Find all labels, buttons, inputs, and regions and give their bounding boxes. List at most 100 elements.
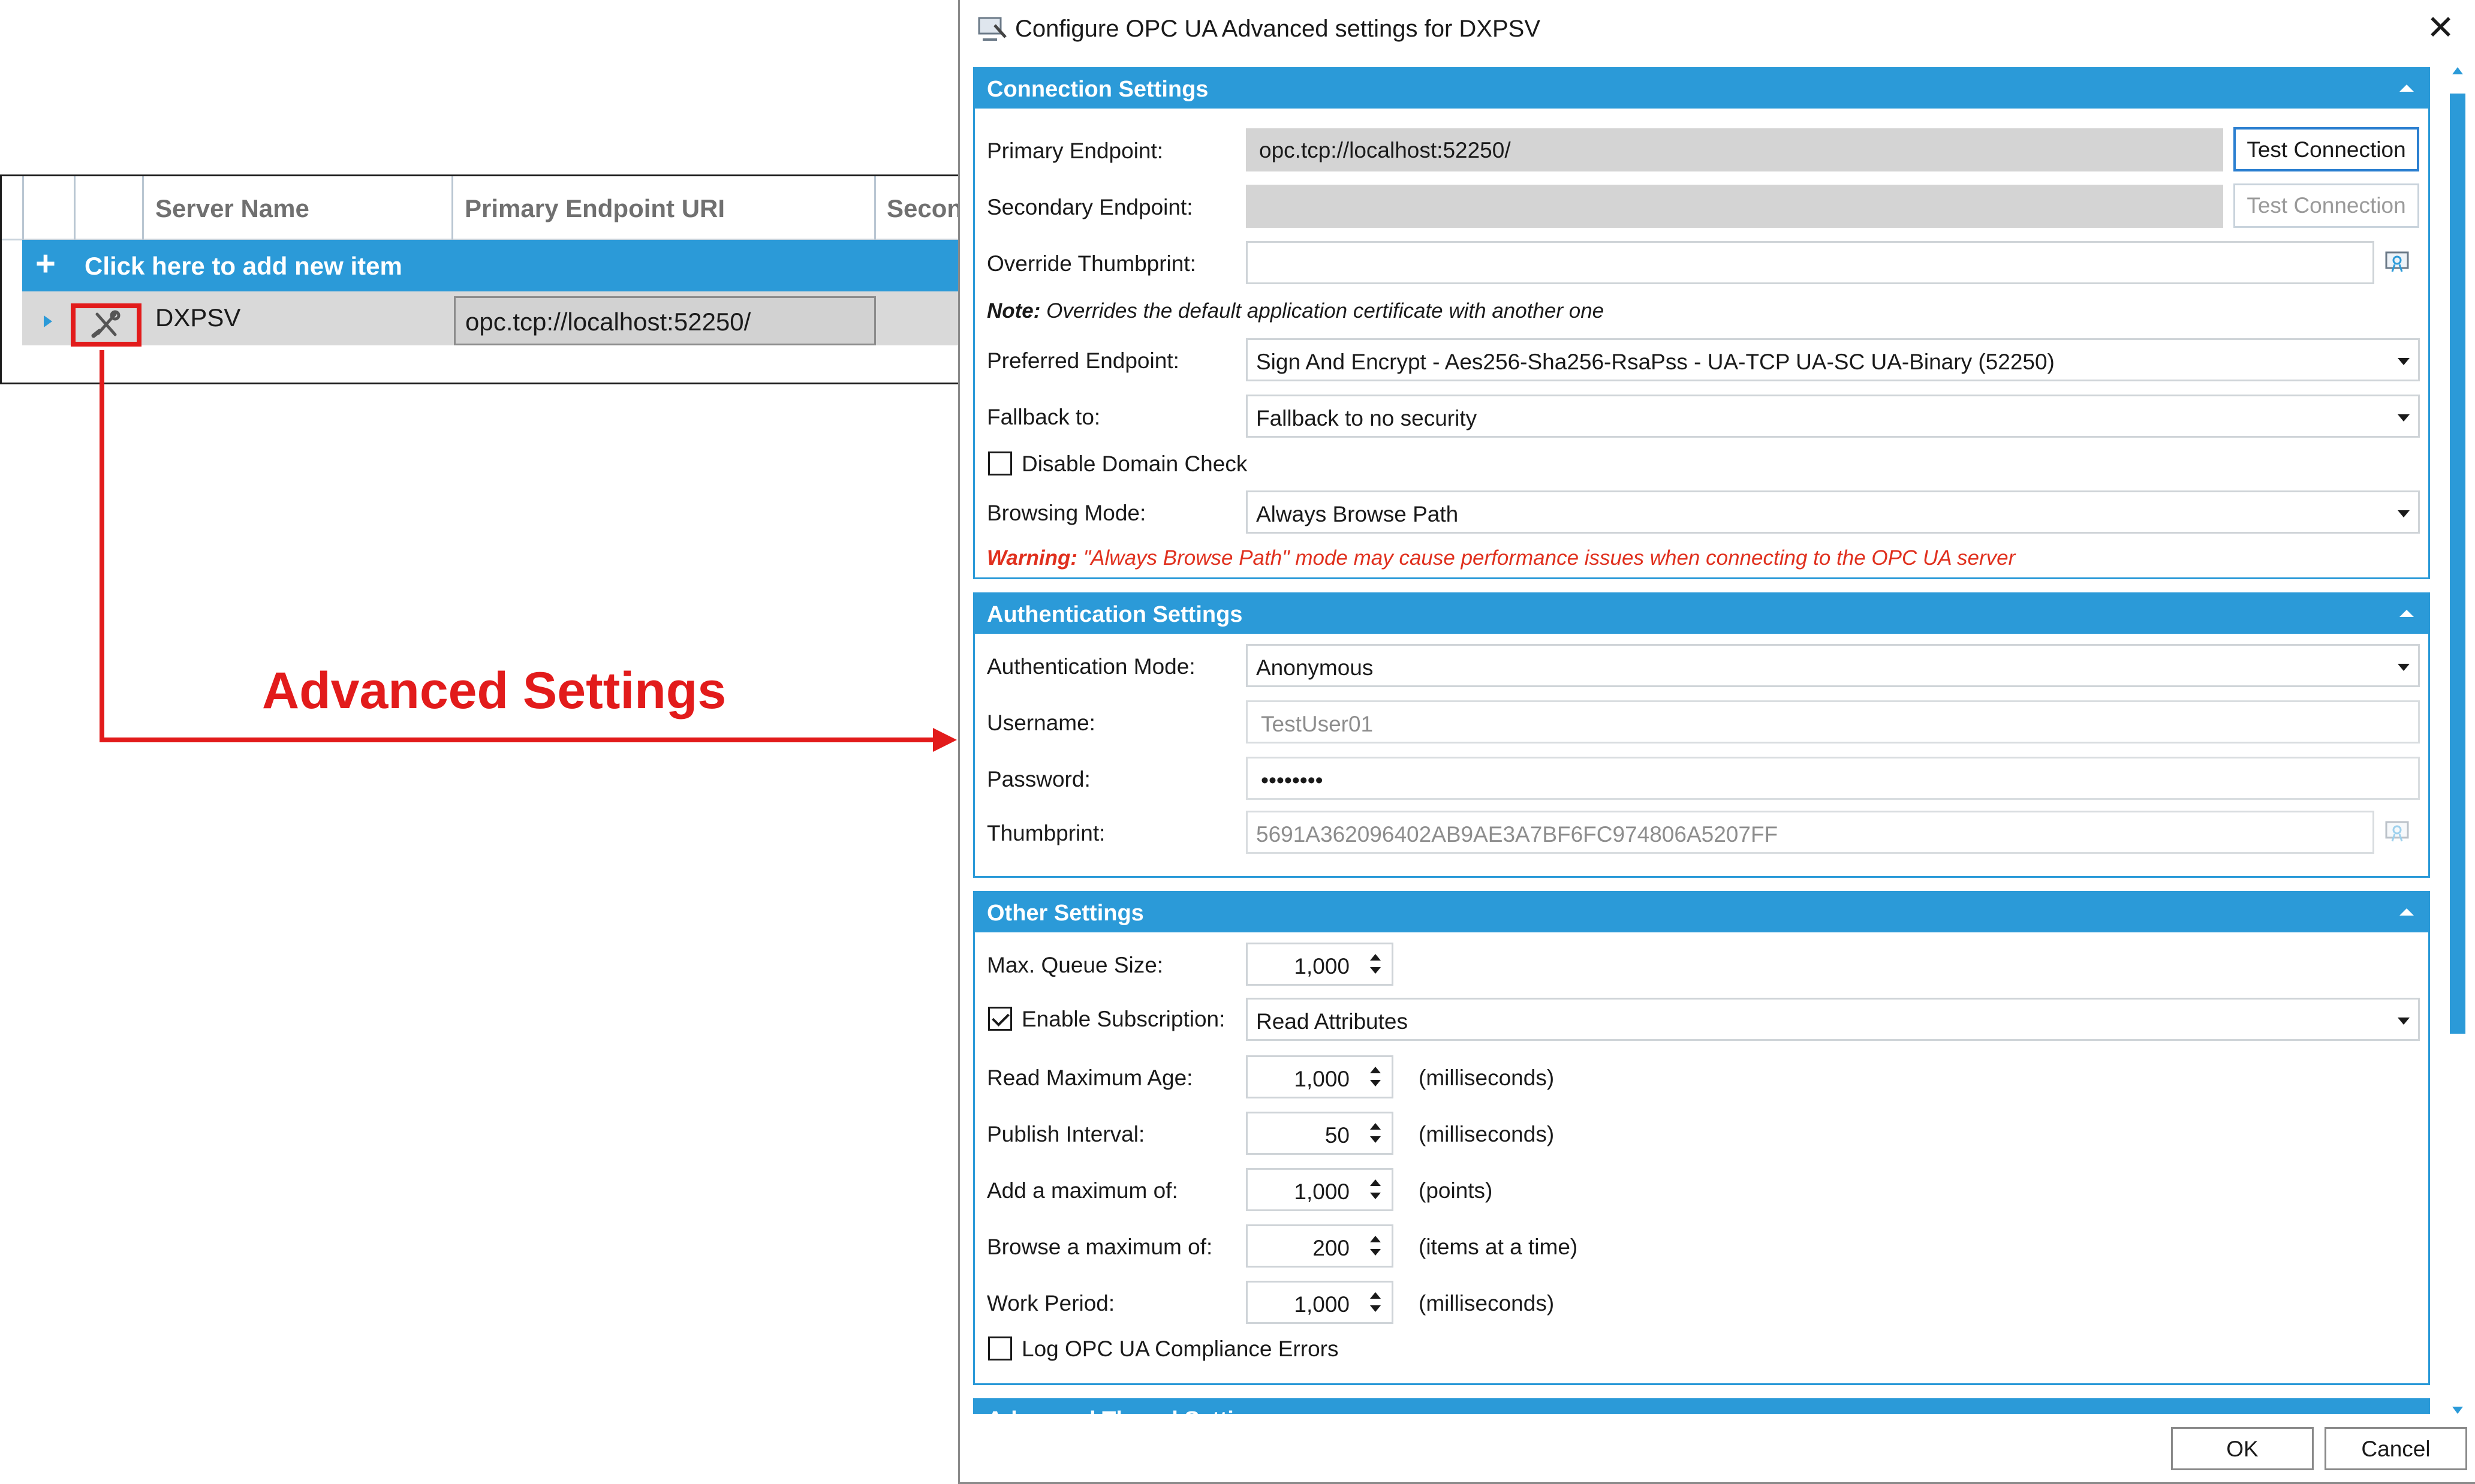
primary-endpoint-field[interactable]: opc.tcp://localhost:52250/: [1246, 128, 2223, 171]
authentication-settings-title: Authentication Settings: [987, 602, 1243, 627]
spin-up-icon[interactable]: [1370, 1179, 1381, 1186]
spin-up-icon[interactable]: [1370, 1067, 1381, 1073]
preferred-endpoint-value: Sign And Encrypt - Aes256-Sha256-RsaPss …: [1256, 350, 2055, 374]
test-connection-primary-label: Test Connection: [2247, 137, 2406, 162]
collapse-icon[interactable]: [2399, 85, 2414, 92]
spin-down-icon[interactable]: [1370, 1136, 1381, 1143]
note-text: Overrides the default application certif…: [1046, 299, 1604, 323]
subscription-mode-value: Read Attributes: [1256, 1009, 1408, 1034]
connection-settings-header[interactable]: Connection Settings: [975, 69, 2428, 109]
thumbprint-value: 5691A362096402AB9AE3A7BF6FC974806A5207FF: [1256, 822, 1778, 847]
scroll-down-icon[interactable]: [2452, 1407, 2463, 1414]
enable-subscription-checkbox[interactable]: [988, 1007, 1012, 1031]
username-value: TestUser01: [1261, 712, 1374, 736]
primary-endpoint-label: Primary Endpoint:: [987, 139, 1164, 163]
collapse-icon[interactable]: [2399, 610, 2414, 617]
spin-up-icon[interactable]: [1370, 1292, 1381, 1299]
warning-text: "Always Browse Path" mode may cause perf…: [1083, 546, 2016, 570]
enable-subscription-label[interactable]: Enable Subscription:: [1022, 1007, 1225, 1032]
advanced-thread-settings-title: Advanced Thread Settings: [987, 1407, 1274, 1414]
max-queue-size-label: Max. Queue Size:: [987, 953, 1164, 977]
spin-down-icon[interactable]: [1370, 967, 1381, 974]
cancel-label: Cancel: [2361, 1437, 2431, 1461]
read-max-age-value: 1,000: [1294, 1067, 1350, 1091]
ok-button[interactable]: OK: [2171, 1427, 2314, 1470]
settings-window-icon: [978, 17, 1007, 41]
max-queue-size-stepper[interactable]: 1,000: [1246, 943, 1393, 986]
fallback-dropdown[interactable]: Fallback to no security: [1246, 395, 2420, 438]
add-max-label: Add a maximum of:: [987, 1178, 1178, 1203]
override-note: Note: Overrides the default application …: [987, 299, 1604, 323]
override-thumbprint-field[interactable]: [1246, 241, 2374, 284]
spin-down-icon[interactable]: [1370, 1305, 1381, 1312]
other-settings-header[interactable]: Other Settings: [975, 893, 2428, 932]
test-connection-primary-button[interactable]: Test Connection: [2233, 127, 2419, 171]
add-max-stepper[interactable]: 1,000: [1246, 1168, 1393, 1211]
spin-down-icon[interactable]: [1370, 1249, 1381, 1256]
dialog-title: Configure OPC UA Advanced settings for D…: [1015, 16, 1540, 42]
read-max-age-stepper[interactable]: 1,000: [1246, 1055, 1393, 1098]
spin-down-icon[interactable]: [1370, 1080, 1381, 1086]
primary-endpoint-value: opc.tcp://localhost:52250/: [1259, 138, 1511, 162]
certificate-picker-icon: [2385, 821, 2409, 842]
spin-down-icon[interactable]: [1370, 1193, 1381, 1199]
browse-max-value: 200: [1312, 1236, 1350, 1260]
fallback-label: Fallback to:: [987, 405, 1101, 429]
browsing-mode-label: Browsing Mode:: [987, 501, 1146, 525]
browse-max-unit: (items at a time): [1419, 1235, 1578, 1259]
subscription-mode-dropdown[interactable]: Read Attributes: [1246, 998, 2420, 1041]
chevron-down-icon: [2398, 414, 2410, 422]
disable-domain-check-label[interactable]: Disable Domain Check: [1022, 451, 1247, 477]
browsing-mode-dropdown[interactable]: Always Browse Path: [1246, 490, 2420, 534]
preferred-endpoint-label: Preferred Endpoint:: [987, 348, 1179, 373]
dialog-scrollbar[interactable]: [2450, 67, 2465, 1414]
add-max-unit: (points): [1419, 1178, 1493, 1203]
password-field: ••••••••: [1246, 757, 2420, 800]
work-period-stepper[interactable]: 1,000: [1246, 1281, 1393, 1324]
publish-interval-value: 50: [1324, 1123, 1350, 1148]
spin-up-icon[interactable]: [1370, 1236, 1381, 1242]
advanced-settings-annotation: Advanced Settings: [262, 662, 727, 720]
browse-max-stepper[interactable]: 200: [1246, 1224, 1393, 1268]
chevron-down-icon: [2398, 1018, 2410, 1025]
close-icon[interactable]: ✕: [2426, 10, 2455, 46]
secondary-endpoint-field[interactable]: [1246, 185, 2223, 228]
disable-domain-check-checkbox[interactable]: [988, 451, 1012, 475]
authentication-settings-header[interactable]: Authentication Settings: [975, 594, 2428, 634]
log-compliance-errors-checkbox[interactable]: [988, 1336, 1012, 1360]
dialog-titlebar: Configure OPC UA Advanced settings for D…: [960, 0, 2475, 60]
ok-label: OK: [2226, 1437, 2259, 1461]
secondary-endpoint-label: Secondary Endpoint:: [987, 195, 1193, 219]
connection-settings-section: Connection Settings Primary Endpoint: op…: [973, 67, 2430, 579]
advanced-thread-settings-section: Advanced Thread Settings: [973, 1398, 2430, 1414]
password-value: ••••••••: [1261, 768, 1323, 793]
cancel-button[interactable]: Cancel: [2325, 1427, 2467, 1470]
username-field: TestUser01: [1246, 700, 2420, 743]
work-period-value: 1,000: [1294, 1292, 1350, 1317]
scroll-up-icon[interactable]: [2452, 67, 2463, 74]
work-period-label: Work Period:: [987, 1291, 1115, 1316]
chevron-down-icon: [2398, 510, 2410, 517]
fallback-value: Fallback to no security: [1256, 406, 1477, 431]
preferred-endpoint-dropdown[interactable]: Sign And Encrypt - Aes256-Sha256-RsaPss …: [1246, 338, 2420, 381]
max-queue-size-value: 1,000: [1294, 954, 1350, 979]
other-settings-title: Other Settings: [987, 901, 1144, 926]
browsing-mode-value: Always Browse Path: [1256, 502, 1459, 526]
override-thumbprint-label: Override Thumbprint:: [987, 251, 1196, 276]
spin-up-icon[interactable]: [1370, 954, 1381, 961]
collapse-icon[interactable]: [2399, 908, 2414, 916]
advanced-thread-settings-header[interactable]: Advanced Thread Settings: [975, 1400, 2428, 1414]
read-max-age-label: Read Maximum Age:: [987, 1065, 1193, 1090]
username-label: Username:: [987, 711, 1095, 735]
publish-interval-stepper[interactable]: 50: [1246, 1112, 1393, 1155]
thumbprint-label: Thumbprint:: [987, 821, 1106, 845]
log-compliance-errors-label[interactable]: Log OPC UA Compliance Errors: [1022, 1336, 1338, 1362]
browse-warning: Warning: "Always Browse Path" mode may c…: [987, 546, 2015, 570]
spin-up-icon[interactable]: [1370, 1123, 1381, 1130]
password-label: Password:: [987, 767, 1091, 791]
auth-mode-dropdown[interactable]: Anonymous: [1246, 644, 2420, 687]
certificate-picker-icon[interactable]: [2384, 250, 2413, 274]
note-label: Note:: [987, 299, 1041, 323]
chevron-down-icon: [2398, 358, 2410, 365]
scrollbar-thumb[interactable]: [2450, 94, 2465, 1034]
